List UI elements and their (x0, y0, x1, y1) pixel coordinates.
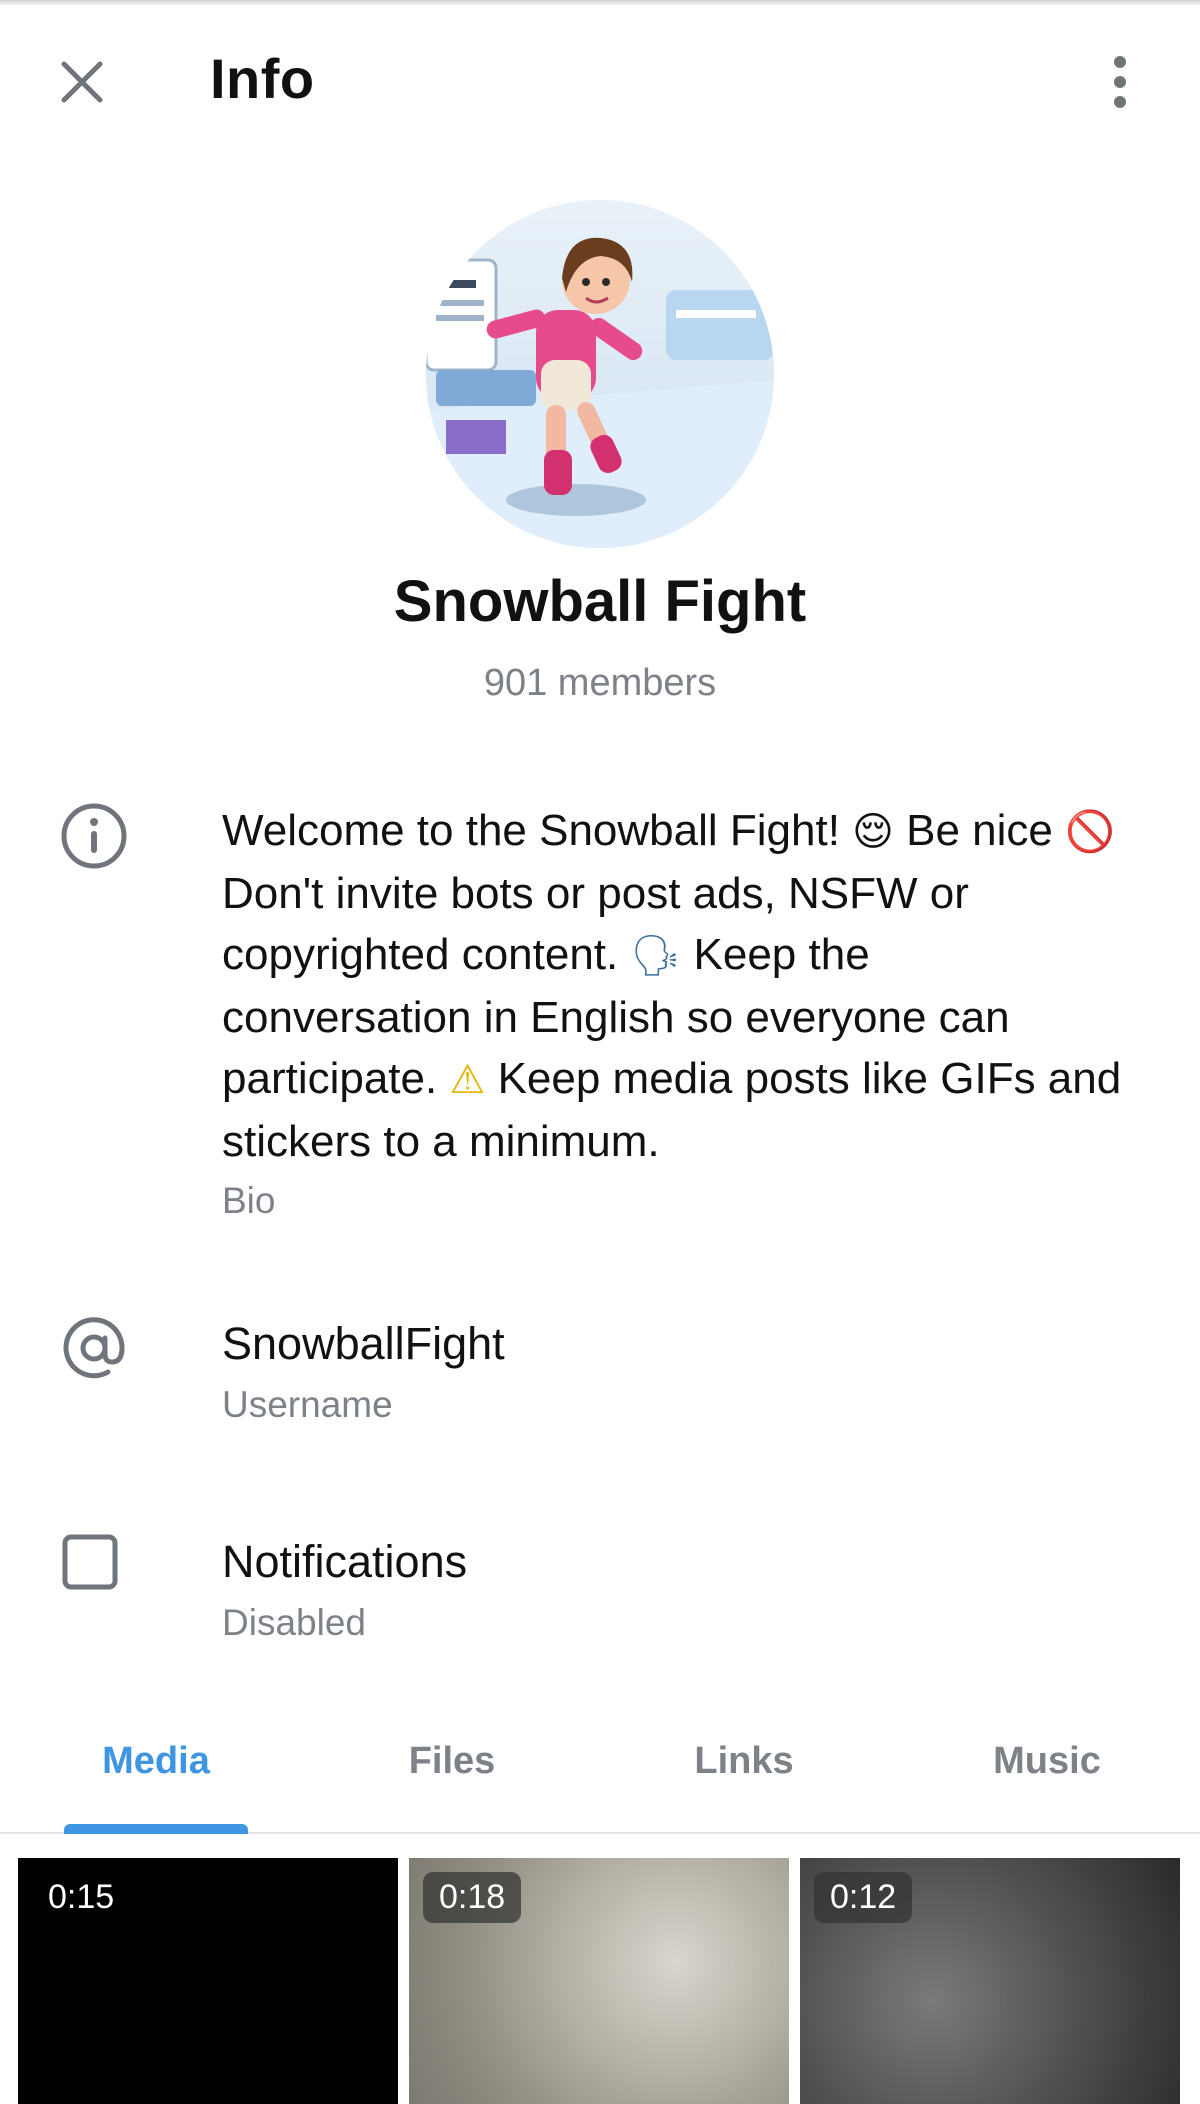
tab-music[interactable]: Music (955, 1740, 1139, 1783)
info-screen: Info Snowball Fight 901 members Welcome … (0, 0, 1200, 2104)
at-icon (56, 1310, 132, 1386)
relieved-face-emoji: 😌 (852, 809, 894, 855)
tab-links[interactable]: Links (652, 1740, 836, 1783)
prohibited-emoji: 🚫 (1065, 809, 1115, 855)
tab-files[interactable]: Files (360, 1740, 544, 1783)
username-value: SnowballFight (222, 1318, 505, 1369)
info-icon (56, 798, 132, 874)
group-name: Snowball Fight (393, 569, 807, 634)
warning-emoji: ⚠ (449, 1057, 486, 1103)
tab-media[interactable]: Media (64, 1740, 248, 1783)
avatar-illustration (426, 200, 774, 548)
page-title: Info (210, 47, 315, 110)
close-icon (61, 61, 103, 103)
bio-label: Bio (222, 1180, 276, 1221)
notifications-status: Disabled (222, 1602, 366, 1643)
video-duration: 0:15 (48, 1878, 115, 1916)
media-thumbnail[interactable]: 0:15 (18, 1858, 398, 2104)
member-count: 901 members (483, 662, 717, 704)
username-label: Username (222, 1384, 393, 1425)
active-tab-indicator (64, 1824, 248, 1834)
more-vert-icon (1114, 56, 1126, 108)
notifications-title: Notifications (222, 1536, 468, 1587)
header: Info (0, 0, 1200, 160)
video-duration: 0:18 (423, 1872, 522, 1923)
shared-media-tabs: Media Files Links Music (0, 1700, 1200, 1834)
speaking-head-emoji: 🗣 (630, 933, 682, 979)
bio-section: Welcome to the Snowball Fight! 😌 Be nice… (222, 800, 1122, 1222)
video-duration: 0:12 (814, 1872, 913, 1923)
bio-text: Welcome to the Snowball Fight! 😌 Be nice… (222, 800, 1122, 1172)
group-avatar[interactable] (426, 200, 774, 548)
media-thumbnail[interactable]: 0:12 (800, 1858, 1180, 2104)
checkbox-icon (62, 1534, 118, 1590)
media-thumbnail[interactable]: 0:18 (409, 1858, 789, 2104)
close-button[interactable] (42, 42, 122, 122)
username-row[interactable]: SnowballFight Username (222, 1318, 1122, 1426)
notifications-checkbox[interactable] (52, 1524, 128, 1600)
more-menu-button[interactable] (1080, 42, 1160, 122)
notifications-row[interactable]: Notifications Disabled (222, 1536, 1122, 1644)
